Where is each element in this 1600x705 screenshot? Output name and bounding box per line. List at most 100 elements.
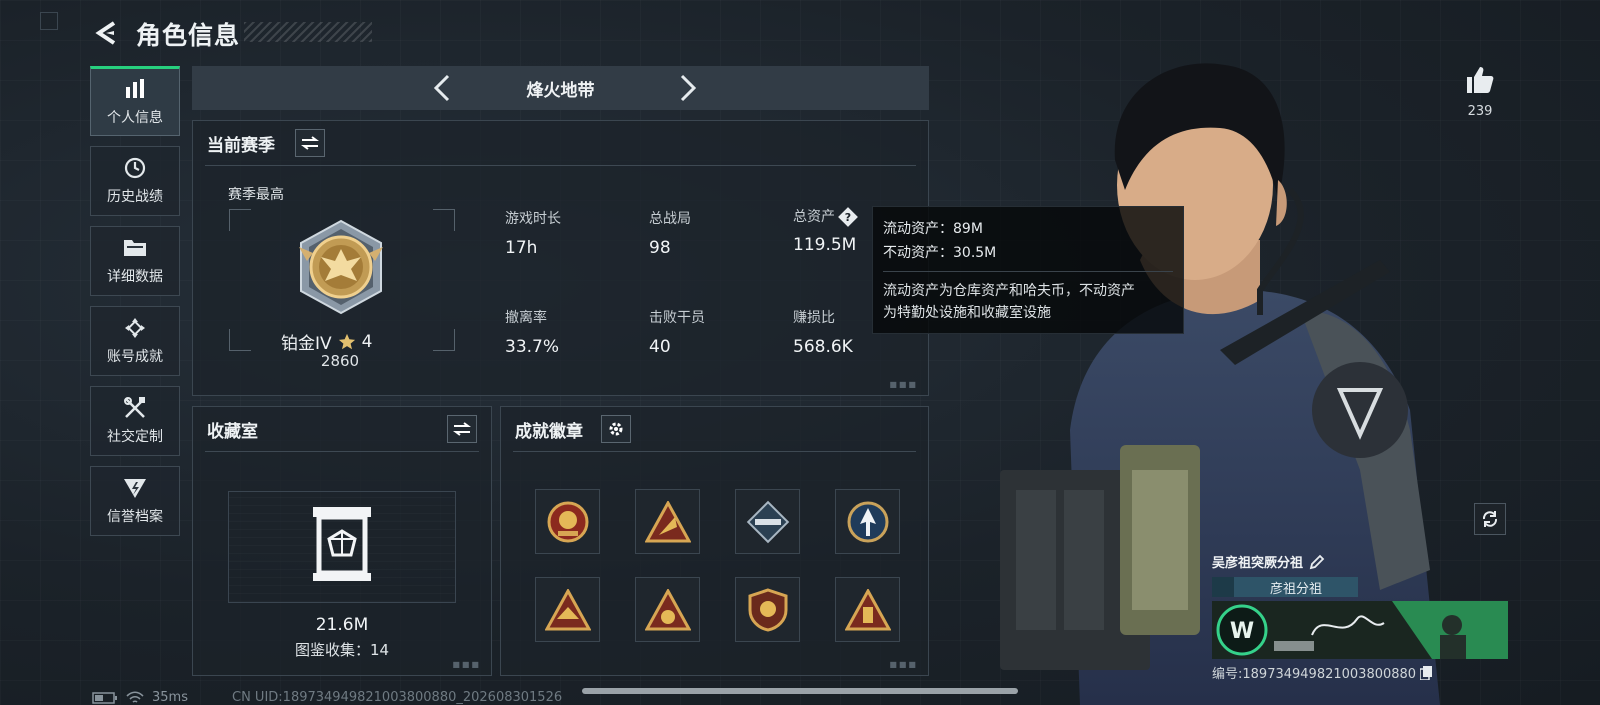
sidebar-item-label: 历史战绩 [107, 189, 163, 205]
sidebar-item-details[interactable]: 详细数据 [90, 226, 180, 296]
rank-emblem-icon [299, 219, 383, 315]
stat-value: 33.7% [505, 337, 560, 357]
chevron-right-icon[interactable] [672, 72, 702, 104]
badge-triangle-icon [644, 588, 691, 630]
sidebar-item-label: 社交定制 [107, 429, 163, 445]
player-id-text: 编号:18973494982100380088​0 [1212, 667, 1417, 682]
season-best-label: 赛季最高 [228, 187, 284, 203]
badge-triangle-icon [844, 588, 891, 630]
mode-selector: 烽火地带 [192, 66, 929, 110]
clock-icon [122, 156, 148, 180]
wifi-icon [126, 690, 144, 703]
vault-icon [313, 507, 371, 581]
rank-score: 2860 [320, 352, 360, 370]
badge-6[interactable] [635, 577, 700, 642]
gear-icon [609, 422, 623, 436]
badge-diamond-icon [746, 500, 789, 543]
badge-7[interactable] [735, 577, 800, 642]
ping-value: 35ms [152, 690, 188, 705]
badge-shield-icon [748, 587, 787, 632]
sidebar-item-credit[interactable]: 信誉档案 [90, 466, 180, 536]
collection-value: 21.6M [315, 615, 369, 635]
stat-value: 17h [505, 238, 538, 258]
sidebar-item-personal-info[interactable]: 个人信息 [90, 66, 180, 136]
tooltip-liquid-assets: 流动资产：89M [883, 221, 983, 237]
collection-heading: 收藏室 [207, 422, 258, 442]
badge-2[interactable] [635, 489, 700, 554]
swap-season-button[interactable] [295, 129, 325, 157]
badge-triangle-icon [544, 588, 591, 630]
badge-4[interactable] [835, 489, 900, 554]
badge-settings-button[interactable] [601, 415, 631, 443]
corner-square [40, 12, 58, 30]
help-icon[interactable]: ? [838, 207, 858, 227]
battery-icon [92, 691, 117, 704]
collection-count: 图鉴收集：14 [294, 641, 390, 659]
stat-label: 击败干员 [649, 310, 705, 326]
title-hatch-decoration [244, 22, 372, 42]
badge-1[interactable] [535, 489, 600, 554]
svg-text:?: ? [845, 211, 851, 224]
frame-corner [433, 209, 455, 231]
sidebar-item-achievements[interactable]: 账号成就 [90, 306, 180, 376]
panel-dots-decoration: ■■■ [452, 660, 481, 669]
panel-dots-decoration: ■■■ [889, 660, 918, 669]
assets-tooltip: 流动资产：89M 不动资产：30.5M 流动资产为仓库资产和哈夫币，不动资产 为… [872, 206, 1184, 334]
rotate-model-button[interactable] [1474, 503, 1506, 535]
swap-icon [453, 422, 471, 436]
mode-title: 烽火地带 [526, 81, 595, 101]
stat-label: 游戏时长 [505, 211, 561, 227]
badges-heading: 成就徽章 [515, 422, 583, 442]
swap-icon [301, 136, 319, 150]
rank-tier: 铂金IV [281, 334, 332, 354]
squad-emblem-icon [1212, 577, 1234, 597]
page-title: 角色信息 [136, 21, 241, 50]
stat-label: 总战局 [649, 211, 691, 227]
edit-icon[interactable] [1309, 554, 1325, 570]
sidebar-item-history[interactable]: 历史战绩 [90, 146, 180, 216]
panel-dots-decoration: ■■■ [889, 380, 918, 389]
divider [513, 451, 916, 452]
stat-total-assets: 总资产? 119.5M [793, 206, 858, 255]
divider [205, 451, 479, 452]
tools-icon [122, 396, 148, 420]
folder-icon [122, 236, 148, 260]
stat-operators-defeated: 击败干员 40 [649, 307, 705, 357]
divider [205, 165, 916, 166]
squad-name: 彦祖分祖 [1269, 581, 1322, 597]
collection-panel: 收藏室 21.6M 图鉴收集：14 ■■■ [192, 406, 492, 676]
badge-8[interactable] [835, 577, 900, 642]
frame-corner [433, 329, 455, 351]
season-panel: 当前赛季 赛季最高 铂金IV 4 2860 游戏时长 17h 总战局 98 总资… [192, 120, 929, 396]
frame-corner [229, 209, 251, 231]
badge-5[interactable] [535, 577, 600, 642]
stat-extract-rate: 撤离率 33.7% [505, 307, 559, 357]
player-name-text: 吴彦祖突厥分祖 [1212, 556, 1304, 571]
svg-text:W: W [1230, 619, 1254, 644]
home-indicator[interactable] [582, 688, 1018, 694]
tooltip-description-line-1: 流动资产为仓库资产和哈夫币，不动资产 [883, 283, 1135, 299]
sidebar-item-label: 账号成就 [107, 349, 163, 365]
stat-value: 40 [649, 337, 671, 357]
stat-label: 撤离率 [505, 310, 547, 326]
sidebar-item-social[interactable]: 社交定制 [90, 386, 180, 456]
rotate-icon [1482, 511, 1498, 527]
thumbs-up-icon[interactable] [1464, 64, 1496, 96]
like-count: 239 [1467, 104, 1493, 119]
season-heading: 当前赛季 [207, 136, 275, 156]
sidebar-item-label: 详细数据 [107, 269, 163, 285]
badge-arrow-icon [847, 501, 888, 542]
stat-total-matches: 总战局 98 [649, 208, 691, 258]
star-icon [338, 333, 355, 349]
back-arrow-icon[interactable] [92, 18, 122, 48]
frame-corner [229, 329, 251, 351]
tooltip-description-line-2: 为特勤处设施和收藏室设施 [883, 305, 1051, 321]
swap-collection-button[interactable] [447, 415, 477, 443]
rank-stars: 4 [361, 331, 373, 352]
badge-3[interactable] [735, 489, 800, 554]
stat-playtime: 游戏时长 17h [505, 208, 561, 258]
player-banner[interactable]: W [1212, 601, 1508, 659]
stat-label: 总资产? [793, 206, 858, 227]
copy-icon[interactable] [1420, 665, 1433, 680]
squad-tag[interactable]: 彦祖分祖 [1212, 577, 1358, 597]
